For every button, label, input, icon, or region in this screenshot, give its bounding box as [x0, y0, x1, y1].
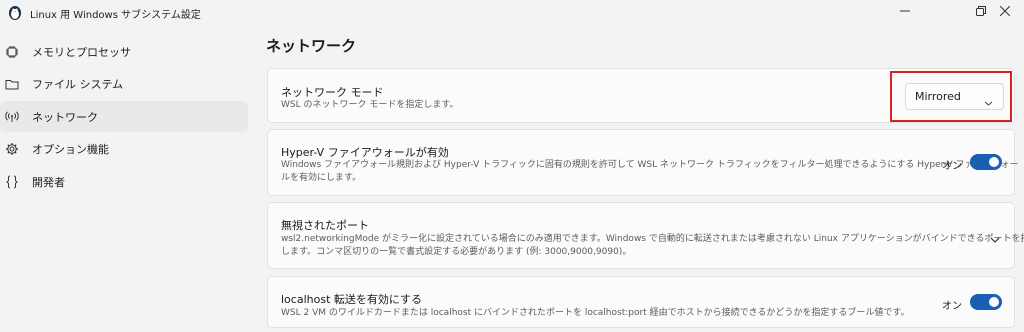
network-mode-title: ネットワーク モード: [281, 86, 384, 99]
localhost-forwarding-description: WSL 2 VM のワイルドカードまたは localhost にバインドされたポ…: [281, 308, 910, 318]
localhost-forwarding-card: localhost 転送を有効にする WSL 2 VM のワイルドカードまたは …: [267, 276, 1015, 328]
page-title: ネットワーク: [266, 37, 357, 55]
hyperv-firewall-card: Hyper-V ファイアウォールが有効 Windows ファイアウォール規則およ…: [267, 129, 1019, 196]
minimize-icon: [900, 10, 910, 12]
minimize-button[interactable]: [886, 0, 924, 22]
sidebar-item-label: ネットワーク: [32, 110, 98, 124]
localhost-forwarding-toggle-label: オン: [942, 301, 962, 312]
gear-icon: [4, 141, 20, 157]
hyperv-firewall-toggle[interactable]: [970, 154, 1002, 170]
hyperv-firewall-description: Windows ファイアウォール規則および Hyper-V トラフィックに固有の…: [281, 159, 1019, 185]
description-line: Windows ファイアウォール規則および Hyper-V トラフィックに固有の…: [281, 160, 1019, 170]
sidebar-item-file-system[interactable]: ファイル システム: [0, 69, 248, 100]
sidebar-item-label: メモリとプロセッサ: [32, 45, 131, 59]
chip-icon: [4, 44, 20, 60]
description-line: します。コンマ区切りの一覧で書式設定する必要があります (例: 3000,900…: [281, 247, 632, 257]
ignored-ports-card[interactable]: 無視されたポート wsl2.networkingMode がミラー化に設定されて…: [267, 202, 1024, 269]
braces-icon: [4, 174, 20, 190]
sidebar-item-memory-processor[interactable]: メモリとプロセッサ: [0, 36, 248, 67]
sidebar-item-label: 開発者: [32, 175, 65, 189]
sidebar-item-optional-features[interactable]: オプション機能: [0, 134, 248, 165]
sidebar-nav: メモリとプロセッサ ファイル システム ネットワーク オプション機能 開発者: [0, 36, 252, 199]
title-bar: Linux 用 Windows サブシステム設定: [0, 0, 1024, 26]
chevron-down-icon[interactable]: [990, 230, 1000, 249]
antenna-icon: [4, 109, 20, 125]
description-line: ルを有効にします。: [281, 173, 362, 183]
window-title: Linux 用 Windows サブシステム設定: [30, 10, 201, 21]
description-line: wsl2.networkingMode がミラー化に設定されている場合にのみ適用…: [281, 234, 1024, 244]
toggle-knob: [989, 157, 999, 167]
hyperv-firewall-title: Hyper-V ファイアウォールが有効: [281, 146, 449, 159]
highlight-box: [890, 71, 1012, 122]
sidebar-item-label: ファイル システム: [32, 78, 124, 91]
penguin-icon: [8, 4, 22, 20]
sidebar-item-network[interactable]: ネットワーク: [0, 101, 248, 132]
close-icon: [1000, 6, 1010, 16]
close-button[interactable]: [986, 0, 1024, 22]
sidebar-item-developer[interactable]: 開発者: [0, 166, 248, 197]
ignored-ports-title: 無視されたポート: [281, 219, 369, 232]
toggle-knob: [989, 297, 999, 307]
hyperv-firewall-toggle-label: オン: [942, 161, 962, 172]
localhost-forwarding-title: localhost 転送を有効にする: [281, 293, 422, 306]
network-mode-description: WSL のネットワーク モードを指定します。: [281, 100, 459, 110]
ignored-ports-description: wsl2.networkingMode がミラー化に設定されている場合にのみ適用…: [281, 233, 1024, 259]
sidebar-item-label: オプション機能: [32, 143, 109, 156]
folder-icon: [4, 76, 20, 92]
localhost-forwarding-toggle[interactable]: [970, 294, 1002, 310]
restore-icon: [976, 6, 986, 16]
